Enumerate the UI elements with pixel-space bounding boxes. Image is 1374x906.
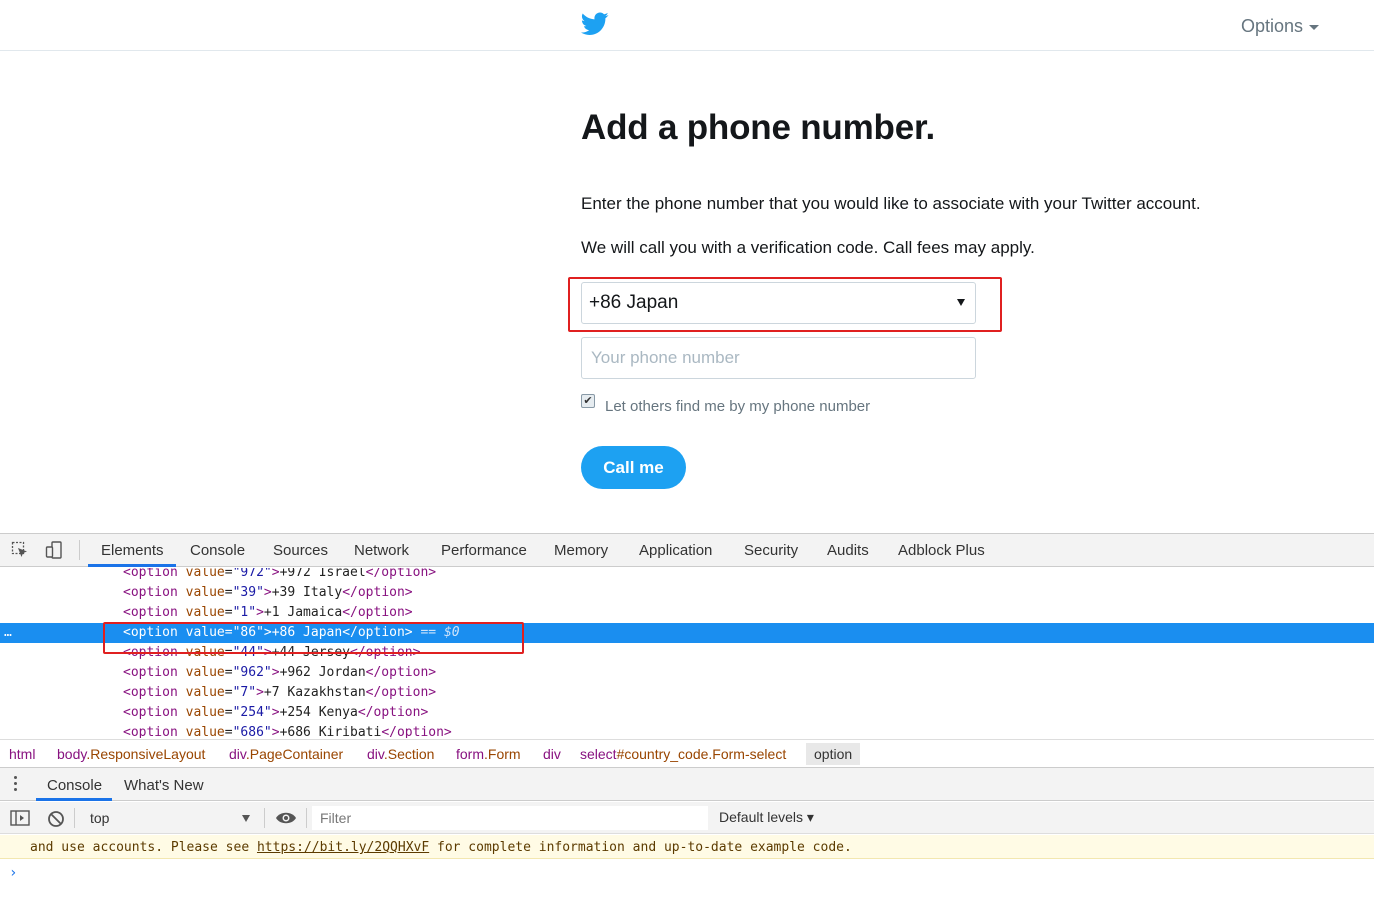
inspect-element-icon[interactable]: [11, 541, 29, 559]
log-levels-dropdown[interactable]: Default levels ▾: [719, 809, 814, 826]
breadcrumb-item[interactable]: form.Form: [456, 746, 521, 762]
context-value: top: [90, 810, 110, 826]
tab-console[interactable]: Console: [190, 542, 245, 559]
breadcrumb-item[interactable]: select#country_code.Form-select: [580, 746, 786, 762]
dropdown-arrow-icon: [242, 815, 250, 822]
country-code-value: +86 Japan: [589, 292, 679, 313]
dom-node[interactable]: <option value="254">+254 Kenya</option>: [0, 703, 1374, 723]
twitter-bird-icon[interactable]: [581, 12, 609, 36]
tab-application[interactable]: Application: [639, 542, 712, 559]
drawer-tab-bar: Console What's New: [0, 767, 1374, 801]
context-selector[interactable]: top: [80, 806, 256, 830]
top-bar: Options: [0, 0, 1374, 51]
tab-audits[interactable]: Audits: [827, 542, 869, 559]
tab-security[interactable]: Security: [744, 542, 798, 559]
console-warning-message: and use accounts. Please see https://bit…: [0, 835, 1374, 859]
discoverable-checkbox[interactable]: ✔: [581, 394, 595, 408]
breadcrumb-item[interactable]: div.PageContainer: [229, 746, 343, 762]
breadcrumb-item[interactable]: html: [9, 746, 35, 762]
options-label: Options: [1241, 16, 1304, 36]
warning-text-end: for complete information and up-to-date …: [429, 840, 852, 855]
more-actions-icon[interactable]: …: [4, 623, 12, 643]
toolbar-divider: [79, 540, 80, 560]
toolbar-divider: [306, 808, 307, 828]
description-text: Enter the phone number that you would li…: [581, 194, 1201, 213]
toolbar-divider: [264, 808, 265, 828]
breadcrumb-item[interactable]: div: [543, 746, 561, 762]
drawer-tab-whats-new[interactable]: What's New: [124, 777, 204, 794]
caret-down-icon: [1309, 24, 1320, 30]
devtools-tab-bar: Elements Console Sources Network Perform…: [0, 534, 1374, 567]
call-me-button[interactable]: Call me: [581, 446, 686, 489]
warning-link[interactable]: https://bit.ly/2QQHXvF: [257, 840, 429, 855]
tab-adblock-plus[interactable]: Adblock Plus: [898, 542, 985, 559]
warning-text: and use accounts. Please see: [30, 840, 257, 855]
call-fees-text: We will call you with a verification cod…: [581, 238, 1035, 257]
toolbar-divider: [74, 808, 75, 828]
tab-sources[interactable]: Sources: [273, 542, 328, 559]
dom-node[interactable]: <option value="39">+39 Italy</option>: [0, 583, 1374, 603]
discoverable-label[interactable]: Let others find me by my phone number: [605, 398, 870, 415]
active-drawer-indicator: [36, 798, 112, 801]
console-toolbar: top Default levels ▾: [0, 802, 1374, 834]
drawer-tab-console[interactable]: Console: [47, 777, 102, 794]
more-options-icon[interactable]: [14, 776, 18, 794]
page-title: Add a phone number.: [581, 108, 935, 147]
dropdown-arrow-icon: [957, 299, 965, 306]
tab-performance[interactable]: Performance: [441, 542, 527, 559]
dom-node-selected[interactable]: … <option value="86">+86 Japan</option> =…: [0, 623, 1374, 643]
sidebar-toggle-icon[interactable]: [10, 810, 30, 826]
phone-number-input[interactable]: [581, 337, 976, 379]
devtools-panel: Elements Console Sources Network Perform…: [0, 533, 1374, 906]
dom-node[interactable]: <option value="972">+972 Israel</option>: [0, 568, 1374, 583]
console-prompt-icon[interactable]: ›: [9, 865, 17, 881]
breadcrumb-item[interactable]: body.ResponsiveLayout: [57, 746, 205, 762]
breadcrumb-item[interactable]: option: [806, 743, 861, 765]
breadcrumb: html body.ResponsiveLayout div.PageContain…: [0, 739, 1374, 766]
country-code-select[interactable]: +86 Japan: [581, 282, 976, 324]
dom-node[interactable]: <option value="7">+7 Kazakhstan</option>: [0, 683, 1374, 703]
active-tab-indicator: [88, 564, 176, 567]
dom-node[interactable]: <option value="686">+686 Kiribati</optio…: [0, 723, 1374, 738]
tab-elements[interactable]: Elements: [101, 542, 164, 559]
device-toolbar-icon[interactable]: [45, 541, 63, 559]
tab-memory[interactable]: Memory: [554, 542, 608, 559]
dom-node[interactable]: <option value="44">+44 Jersey</option>: [0, 643, 1374, 663]
options-menu[interactable]: Options: [1241, 16, 1320, 37]
dom-node[interactable]: <option value="962">+962 Jordan</option>: [0, 663, 1374, 683]
clear-console-icon[interactable]: [47, 810, 65, 828]
eye-icon[interactable]: [275, 810, 297, 826]
tab-network[interactable]: Network: [354, 542, 409, 559]
dom-node[interactable]: <option value="1">+1 Jamaica</option>: [0, 603, 1374, 623]
console-filter-input[interactable]: [312, 806, 708, 830]
breadcrumb-item[interactable]: div.Section: [367, 746, 434, 762]
dom-tree[interactable]: <option value="972">+972 Israel</option>…: [0, 568, 1374, 738]
